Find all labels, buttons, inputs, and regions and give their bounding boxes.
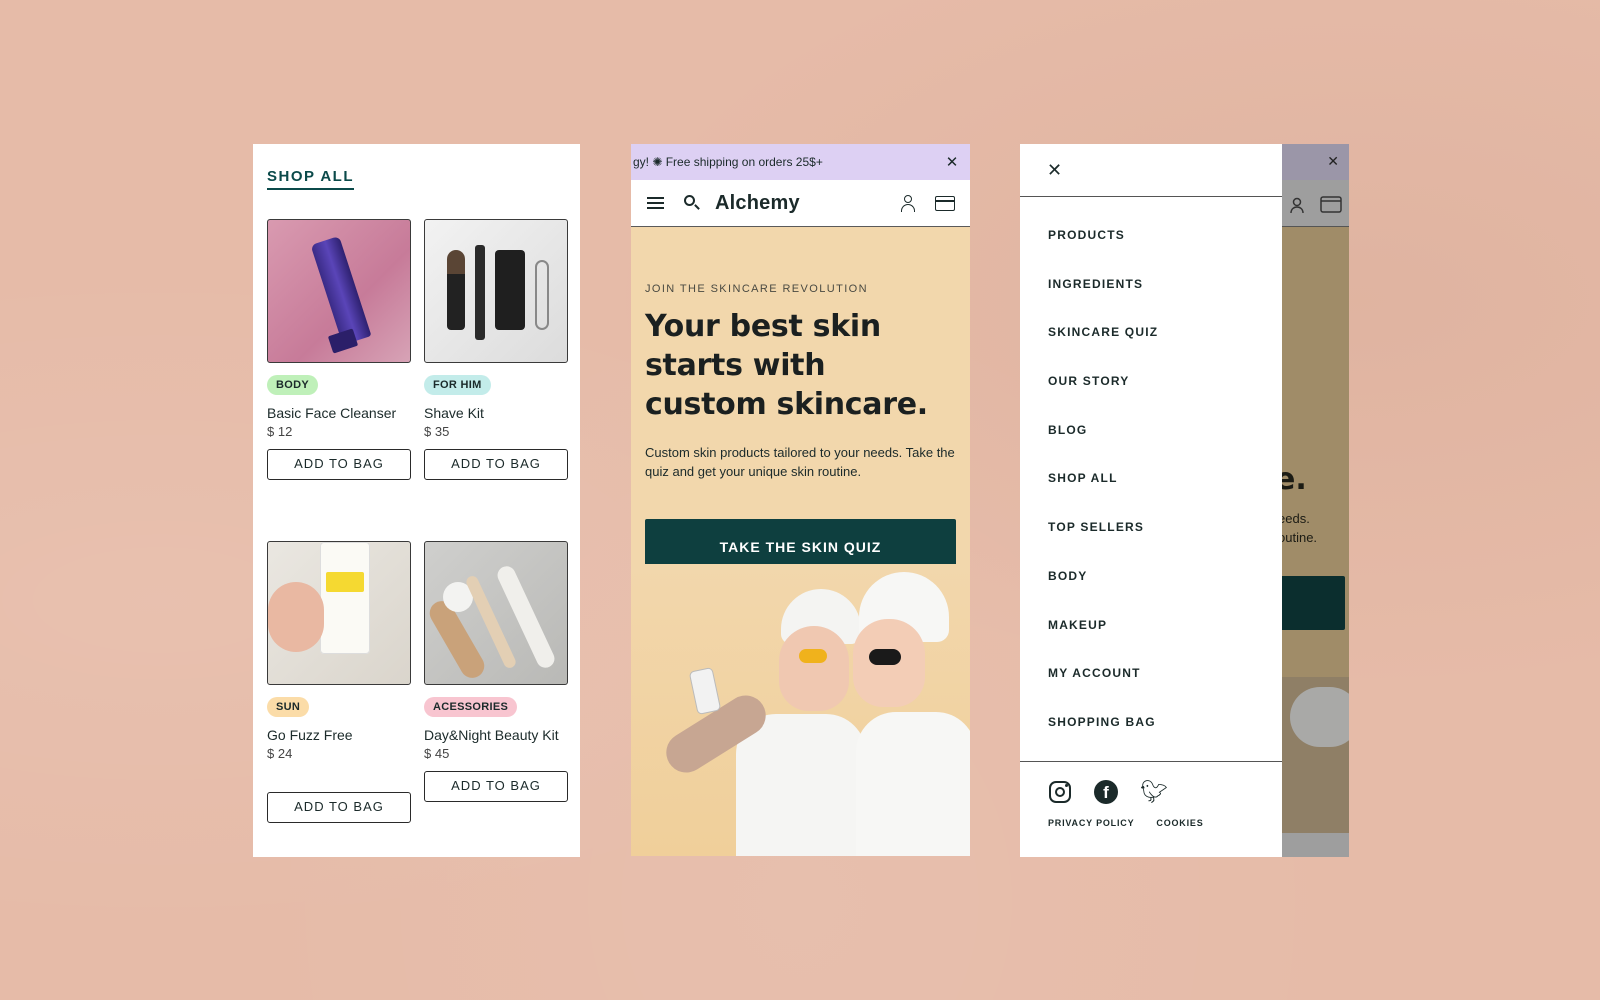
dimmed-page-overlay[interactable]: ✕ are. eeds. outine. (1280, 144, 1349, 857)
drawer-header: ✕ (1020, 144, 1282, 197)
product-image[interactable] (424, 541, 568, 685)
menu-item-top-sellers[interactable]: TOP SELLERS (1048, 513, 1254, 562)
cta-fragment (1280, 576, 1345, 630)
menu-item-shopping-bag[interactable]: SHOPPING BAG (1048, 708, 1254, 757)
product-image[interactable] (424, 219, 568, 363)
product-name[interactable]: Basic Face Cleanser (267, 403, 411, 423)
menu-item-my-account[interactable]: MY ACCOUNT (1048, 659, 1254, 708)
top-nav: Alchemy (631, 180, 970, 227)
promo-text: gy! ✺ Free shipping on orders 25$+ (633, 155, 823, 169)
product-name[interactable]: Day&Night Beauty Kit (424, 725, 568, 745)
shop-all-title[interactable]: SHOP ALL (267, 168, 355, 190)
promo-bar: gy! ✺ Free shipping on orders 25$+ ✕ (631, 144, 970, 180)
hero-subcopy-fragment: eeds. outine. (1280, 511, 1318, 545)
hamburger-menu-icon[interactable] (645, 192, 667, 214)
menu-item-products[interactable]: PRODUCTS (1048, 221, 1254, 270)
close-icon: ✕ (1327, 153, 1339, 169)
product-card: BODY Basic Face Cleanser $ 12 ADD TO BAG (267, 219, 411, 480)
hero-headline-fragment: are. (1280, 462, 1307, 497)
product-image[interactable] (267, 541, 411, 685)
menu-item-our-story[interactable]: OUR STORY (1048, 367, 1254, 416)
facebook-icon[interactable]: f (1094, 780, 1118, 804)
hero-subcopy: Custom skin products tailored to your ne… (645, 445, 955, 479)
menu-item-body[interactable]: BODY (1048, 562, 1254, 611)
menu-item-shop-all[interactable]: SHOP ALL (1048, 464, 1254, 513)
category-badge: BODY (267, 375, 318, 395)
hero-headline: Your best skin starts with custom skinca… (645, 309, 928, 422)
menu-item-ingredients[interactable]: INGREDIENTS (1048, 270, 1254, 319)
nav-drawer: ✕ PRODUCTS INGREDIENTS SKINCARE QUIZ OUR… (1020, 144, 1282, 857)
shopping-bag-icon (1320, 196, 1342, 213)
hero-photo (631, 564, 970, 856)
brand-logo[interactable]: Alchemy (715, 192, 898, 215)
category-badge: SUN (267, 697, 310, 717)
close-icon[interactable]: ✕ (944, 153, 960, 171)
add-to-bag-button[interactable]: ADD TO BAG (267, 449, 411, 480)
account-icon (1290, 197, 1304, 214)
add-to-bag-button[interactable]: ADD TO BAG (424, 771, 568, 802)
hero-photo-fragment (1280, 677, 1349, 857)
product-price: $ 35 (424, 424, 450, 439)
privacy-policy-link[interactable]: PRIVACY POLICY (1048, 818, 1134, 828)
home-panel: gy! ✺ Free shipping on orders 25$+ ✕ Alc… (631, 144, 970, 856)
product-card: ACESSORIES Day&Night Beauty Kit $ 45 ADD… (424, 541, 568, 802)
category-badge: FOR HIM (424, 375, 491, 395)
hero-section: JOIN THE SKINCARE REVOLUTION Your best s… (631, 227, 970, 575)
product-name[interactable]: Go Fuzz Free (267, 725, 411, 745)
product-image[interactable] (267, 219, 411, 363)
product-card: SUN Go Fuzz Free $ 24 ADD TO BAG (267, 541, 411, 823)
drawer-menu: PRODUCTS INGREDIENTS SKINCARE QUIZ OUR S… (1020, 197, 1282, 757)
add-to-bag-button[interactable]: ADD TO BAG (424, 449, 568, 480)
hero-eyebrow: JOIN THE SKINCARE REVOLUTION (645, 283, 868, 295)
menu-item-skincare-quiz[interactable]: SKINCARE QUIZ (1048, 318, 1254, 367)
twitter-icon[interactable]: 🐦︎ (1140, 780, 1168, 804)
product-name[interactable]: Shave Kit (424, 403, 568, 423)
menu-item-blog[interactable]: BLOG (1048, 416, 1254, 465)
category-badge: ACESSORIES (424, 697, 518, 717)
cookies-link[interactable]: COOKIES (1156, 818, 1203, 828)
product-card: FOR HIM Shave Kit $ 35 ADD TO BAG (424, 219, 568, 480)
legal-links: PRIVACY POLICY COOKIES (1048, 818, 1204, 828)
drawer-footer: f 🐦︎ PRIVACY POLICY COOKIES (1020, 761, 1282, 857)
add-to-bag-button[interactable]: ADD TO BAG (267, 792, 411, 823)
shopping-bag-icon[interactable] (934, 192, 956, 214)
product-price: $ 24 (267, 746, 293, 761)
close-icon[interactable]: ✕ (1047, 160, 1062, 181)
menu-panel: ✕ are. eeds. outine. ✕ PRODUCTS INGREDIE… (1020, 144, 1349, 857)
account-icon[interactable] (898, 192, 920, 214)
product-price: $ 45 (424, 746, 450, 761)
menu-item-makeup[interactable]: MAKEUP (1048, 611, 1254, 660)
social-links: f 🐦︎ (1048, 780, 1168, 804)
product-price: $ 12 (267, 424, 293, 439)
search-icon[interactable] (681, 192, 703, 214)
shop-all-panel: SHOP ALL BODY Basic Face Cleanser $ 12 A… (253, 144, 580, 857)
instagram-icon[interactable] (1048, 780, 1072, 804)
